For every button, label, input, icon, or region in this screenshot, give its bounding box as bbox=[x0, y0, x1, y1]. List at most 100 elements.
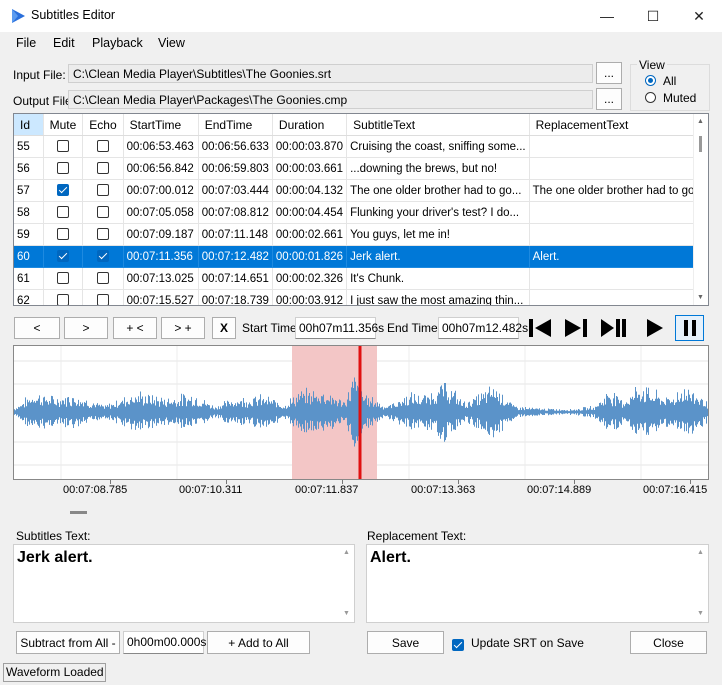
checkbox-unchecked-icon[interactable] bbox=[56, 206, 69, 219]
update-srt-checkbox[interactable]: Update SRT on Save bbox=[452, 636, 622, 651]
checkbox-unchecked-icon[interactable] bbox=[96, 184, 109, 197]
table-row[interactable]: 58 00:07:05.058 00:07:08.812 00:00:04.454 Fl… bbox=[14, 201, 708, 224]
mute-cell[interactable] bbox=[43, 223, 84, 246]
subtitles-scrollbar[interactable]: ▲ ▼ bbox=[340, 545, 354, 622]
play-button[interactable] bbox=[639, 315, 668, 341]
table-row[interactable]: 62 00:07:15.527 00:07:18.739 00:00:03.912 I … bbox=[14, 289, 708, 305]
end-cell: 00:07:03.444 bbox=[198, 179, 273, 202]
checkbox-checked-icon[interactable] bbox=[56, 250, 69, 263]
subtitles-grid[interactable]: Id Mute Echo StartTime EndTime Duration … bbox=[13, 113, 709, 306]
col-start-header[interactable]: StartTime bbox=[123, 114, 199, 136]
waveform-view[interactable] bbox=[13, 345, 709, 480]
checkbox-unchecked-icon[interactable] bbox=[96, 140, 109, 153]
browse-output-button[interactable]: ... bbox=[596, 88, 622, 110]
col-mute-header[interactable]: Mute bbox=[43, 114, 84, 136]
col-echo-header[interactable]: Echo bbox=[82, 114, 124, 136]
col-replacement-header[interactable]: ReplacementText bbox=[529, 114, 708, 136]
checkbox-unchecked-icon[interactable] bbox=[56, 140, 69, 153]
col-end-header[interactable]: EndTime bbox=[198, 114, 273, 136]
start-time-field[interactable]: 00h07m11.356s bbox=[295, 317, 384, 339]
echo-cell[interactable] bbox=[82, 179, 124, 202]
checkbox-unchecked-icon[interactable] bbox=[56, 294, 69, 305]
echo-cell[interactable] bbox=[82, 267, 124, 290]
scroll-up-icon[interactable]: ▲ bbox=[697, 549, 704, 556]
table-row[interactable]: 55 00:06:53.463 00:06:56.633 00:00:03.870 Cr… bbox=[14, 135, 708, 158]
mute-cell[interactable] bbox=[43, 135, 84, 158]
scroll-thumb[interactable] bbox=[699, 136, 702, 152]
prev-subtitle-button[interactable]: < bbox=[14, 317, 60, 339]
scroll-down-icon[interactable]: ▼ bbox=[697, 294, 704, 301]
col-id-header[interactable]: Id bbox=[14, 114, 44, 136]
add-next-button[interactable]: > + bbox=[161, 317, 205, 339]
output-file-field[interactable]: C:\Clean Media Player\Packages\The Gooni… bbox=[68, 90, 593, 109]
play-pause-segment-button[interactable] bbox=[598, 315, 627, 341]
subtitles-textarea[interactable]: Jerk alert. ▲ ▼ bbox=[13, 544, 355, 623]
scroll-down-icon[interactable]: ▼ bbox=[343, 610, 350, 617]
checkbox-checked-icon[interactable] bbox=[96, 250, 109, 263]
checkbox-unchecked-icon[interactable] bbox=[96, 162, 109, 175]
table-row[interactable]: 59 00:07:09.187 00:07:11.148 00:00:02.661 Yo… bbox=[14, 223, 708, 246]
echo-cell[interactable] bbox=[82, 157, 124, 180]
col-subtitle-header[interactable]: SubtitleText bbox=[346, 114, 530, 136]
mute-cell[interactable] bbox=[43, 289, 84, 305]
view-group-title: View bbox=[637, 58, 667, 72]
scroll-down-icon[interactable]: ▼ bbox=[697, 610, 704, 617]
checkbox-unchecked-icon[interactable] bbox=[96, 206, 109, 219]
offset-field[interactable]: 0h00m00.000s bbox=[123, 631, 206, 654]
col-duration-header[interactable]: Duration bbox=[272, 114, 348, 136]
waveform-scroll-thumb[interactable] bbox=[70, 511, 87, 514]
tick-label: 00:07:16.415 bbox=[643, 484, 708, 496]
menu-file[interactable]: File bbox=[16, 36, 36, 50]
menu-playback[interactable]: Playback bbox=[92, 36, 143, 50]
mute-cell[interactable] bbox=[43, 201, 84, 224]
table-row[interactable]: 61 00:07:13.025 00:07:14.651 00:00:02.326 It… bbox=[14, 267, 708, 290]
checkbox-unchecked-icon[interactable] bbox=[56, 162, 69, 175]
echo-cell[interactable] bbox=[82, 245, 124, 268]
checkbox-unchecked-icon[interactable] bbox=[96, 294, 109, 305]
mute-cell[interactable] bbox=[43, 157, 84, 180]
echo-cell[interactable] bbox=[82, 289, 124, 305]
minimize-button[interactable]: — bbox=[584, 0, 630, 32]
scroll-up-icon[interactable]: ▲ bbox=[697, 118, 704, 125]
checkbox-unchecked-icon[interactable] bbox=[56, 228, 69, 241]
replacement-scrollbar[interactable]: ▲ ▼ bbox=[694, 545, 708, 622]
app-logo-icon bbox=[12, 9, 25, 23]
input-file-field[interactable]: C:\Clean Media Player\Subtitles\The Goon… bbox=[68, 64, 593, 83]
add-prev-button[interactable]: + < bbox=[113, 317, 157, 339]
scroll-up-icon[interactable]: ▲ bbox=[343, 549, 350, 556]
echo-cell[interactable] bbox=[82, 135, 124, 158]
checkbox-checked-icon[interactable] bbox=[56, 184, 69, 197]
echo-cell[interactable] bbox=[82, 201, 124, 224]
view-muted-radio[interactable]: Muted bbox=[645, 91, 705, 105]
menu-edit[interactable]: Edit bbox=[53, 36, 75, 50]
mute-cell[interactable] bbox=[43, 179, 84, 202]
skip-end-button[interactable] bbox=[561, 315, 590, 341]
table-row[interactable]: 57 00:07:00.012 00:07:03.444 00:00:04.132 Th… bbox=[14, 179, 708, 202]
browse-input-button[interactable]: ... bbox=[596, 62, 622, 84]
checkbox-unchecked-icon[interactable] bbox=[56, 272, 69, 285]
menu-view[interactable]: View bbox=[158, 36, 185, 50]
mute-cell[interactable] bbox=[43, 267, 84, 290]
maximize-button[interactable]: ☐ bbox=[630, 0, 676, 32]
pause-button[interactable] bbox=[675, 315, 704, 341]
replacement-textarea[interactable]: Alert. ▲ ▼ bbox=[366, 544, 709, 623]
close-window-button[interactable]: ✕ bbox=[676, 0, 722, 32]
save-button[interactable]: Save bbox=[367, 631, 444, 654]
add-to-all-button[interactable]: + Add to All bbox=[207, 631, 310, 654]
id-cell: 58 bbox=[14, 201, 44, 224]
subtract-from-all-button[interactable]: Subtract from All - bbox=[16, 631, 120, 654]
table-row[interactable]: 56 00:06:56.842 00:06:59.803 00:00:03.661..… bbox=[14, 157, 708, 180]
close-button[interactable]: Close bbox=[630, 631, 707, 654]
mute-cell[interactable] bbox=[43, 245, 84, 268]
checkbox-unchecked-icon[interactable] bbox=[96, 228, 109, 241]
echo-cell[interactable] bbox=[82, 223, 124, 246]
table-row[interactable]: 60 00:07:11.356 00:07:12.482 00:00:01.826 Je… bbox=[14, 245, 708, 268]
view-all-radio[interactable]: All bbox=[645, 74, 705, 88]
subtitles-text-value: Jerk alert. bbox=[17, 549, 93, 566]
clear-button[interactable]: X bbox=[212, 317, 236, 339]
end-time-field[interactable]: 00h07m12.482s bbox=[438, 317, 528, 339]
checkbox-unchecked-icon[interactable] bbox=[96, 272, 109, 285]
next-subtitle-button[interactable]: > bbox=[64, 317, 108, 339]
skip-start-button[interactable] bbox=[525, 315, 554, 341]
grid-scrollbar[interactable]: ▲ ▼ bbox=[693, 114, 708, 305]
